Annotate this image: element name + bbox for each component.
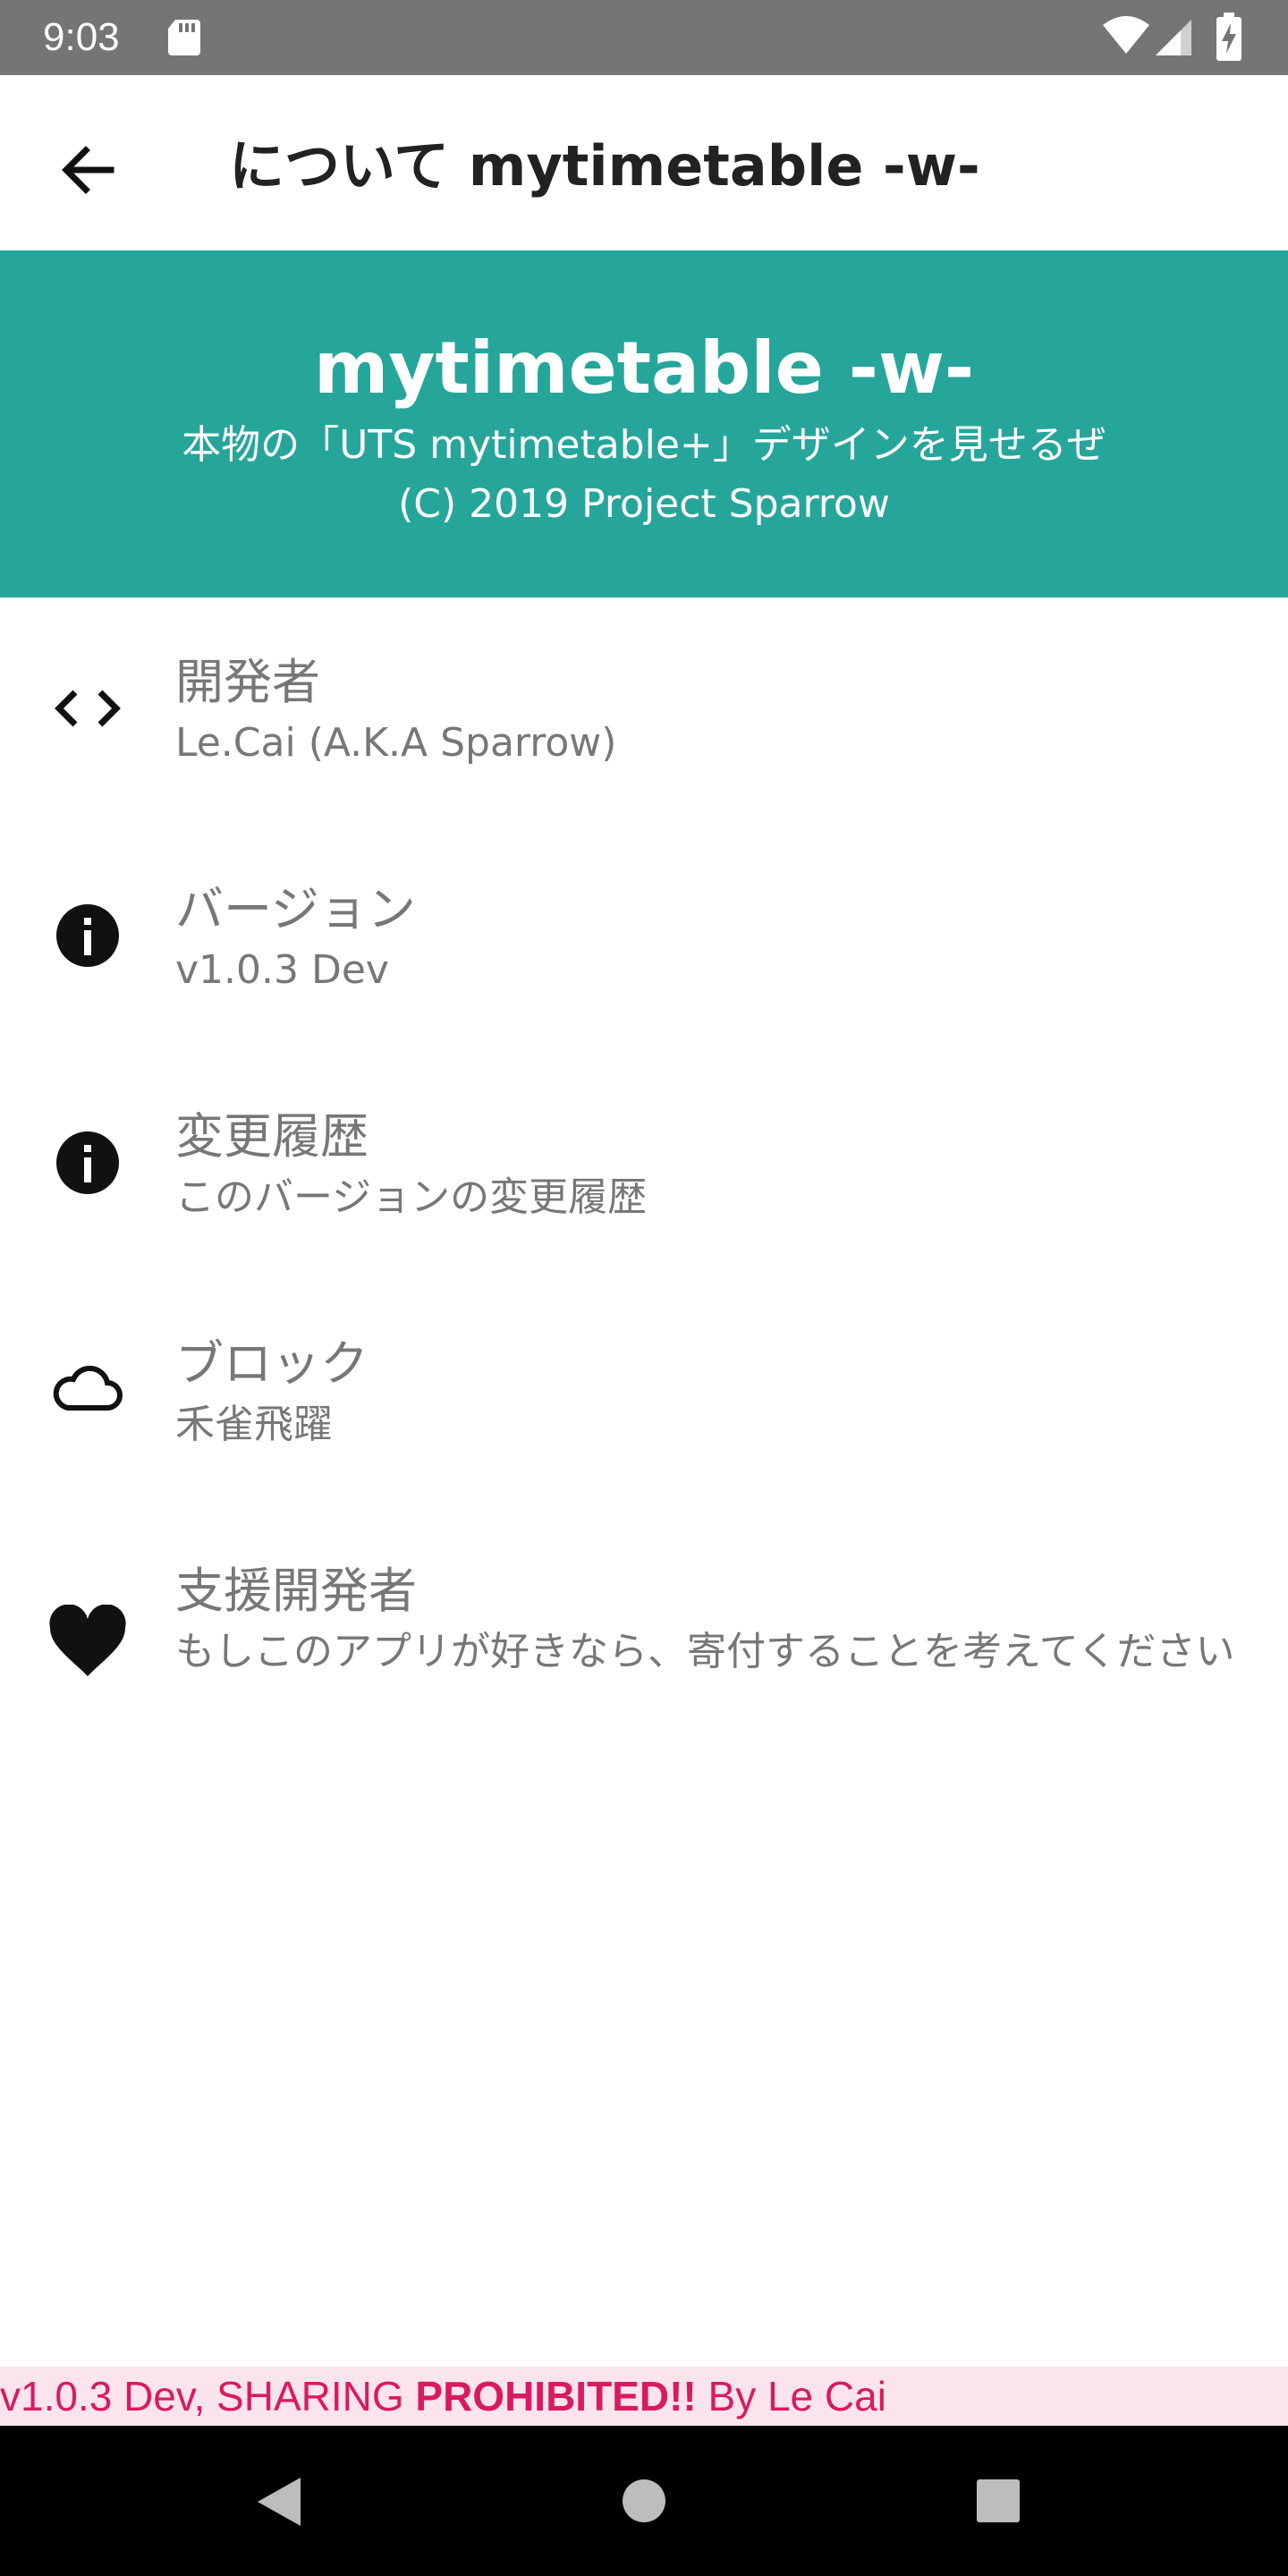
- notice-suffix: By Le Cai: [696, 2373, 886, 2419]
- nav-back-icon[interactable]: [254, 2476, 302, 2528]
- list-item-title: 開発者: [175, 654, 320, 710]
- notice-prefix: v1.0.3 Dev, SHARING: [0, 2373, 416, 2419]
- info-icon: [56, 1131, 119, 1194]
- status-time: 9:03: [43, 15, 120, 59]
- list-item-subtitle: このバージョンの変更履歴: [175, 1174, 648, 1220]
- heart-icon: [49, 1605, 126, 1676]
- system-nav-bar: [0, 2426, 1288, 2576]
- wifi-icon: [1103, 16, 1149, 54]
- app-bar: について mytimetable -w-: [0, 75, 1288, 250]
- list-item-subtitle: 禾雀飛躍: [175, 1402, 333, 1447]
- list-item-subtitle: v1.0.3 Dev: [175, 947, 389, 993]
- notice-emphasis: PROHIBITED!!: [415, 2373, 697, 2419]
- list-item-developer[interactable]: 開発者 Le.Cai (A.K.A Sparrow): [0, 617, 1288, 814]
- list-item-title: 変更履歴: [175, 1108, 369, 1165]
- app-tagline: 本物の「UTS mytimetable+」デザインを見せるぜ: [182, 422, 1106, 468]
- status-bar: 9:03: [0, 0, 1288, 75]
- list-item-changelog[interactable]: 変更履歴 このバージョンの変更履歴: [0, 1072, 1288, 1268]
- cloud-icon: [53, 1365, 123, 1411]
- sharing-notice: v1.0.3 Dev, SHARING PROHIBITED!! By Le C…: [0, 2367, 1288, 2426]
- sd-card-icon: [168, 20, 200, 55]
- about-banner: mytimetable -w- 本物の「UTS mytimetable+」デザイ…: [0, 250, 1288, 597]
- battery-charging-icon: [1216, 13, 1241, 61]
- list-item-blog[interactable]: ブロック 禾雀飛躍: [0, 1299, 1288, 1496]
- list-item-support-developer[interactable]: 支援開発者 もしこのアプリが好きなら、寄付することを考えてください: [0, 1526, 1288, 1758]
- signal-icon: [1156, 20, 1191, 55]
- copyright-text: (C) 2019 Project Sparrow: [398, 481, 890, 527]
- nav-recent-icon[interactable]: [975, 2478, 1021, 2524]
- list-item-version[interactable]: バージョン v1.0.3 Dev: [0, 844, 1288, 1041]
- page-title: について mytimetable -w-: [229, 133, 980, 199]
- list-item-title: バージョン: [175, 881, 416, 937]
- app-name: mytimetable -w-: [313, 326, 975, 410]
- code-icon: [55, 690, 121, 727]
- nav-home-icon[interactable]: [621, 2478, 667, 2524]
- list-item-subtitle: Le.Cai (A.K.A Sparrow): [175, 720, 617, 766]
- list-item-title: ブロック: [175, 1335, 369, 1392]
- info-icon: [56, 904, 119, 967]
- arrow-left-icon[interactable]: [54, 134, 125, 206]
- list-item-subtitle: もしこのアプリが好きなら、寄付することを考えてください: [175, 1629, 1235, 1674]
- list-item-title: 支援開発者: [175, 1563, 417, 1619]
